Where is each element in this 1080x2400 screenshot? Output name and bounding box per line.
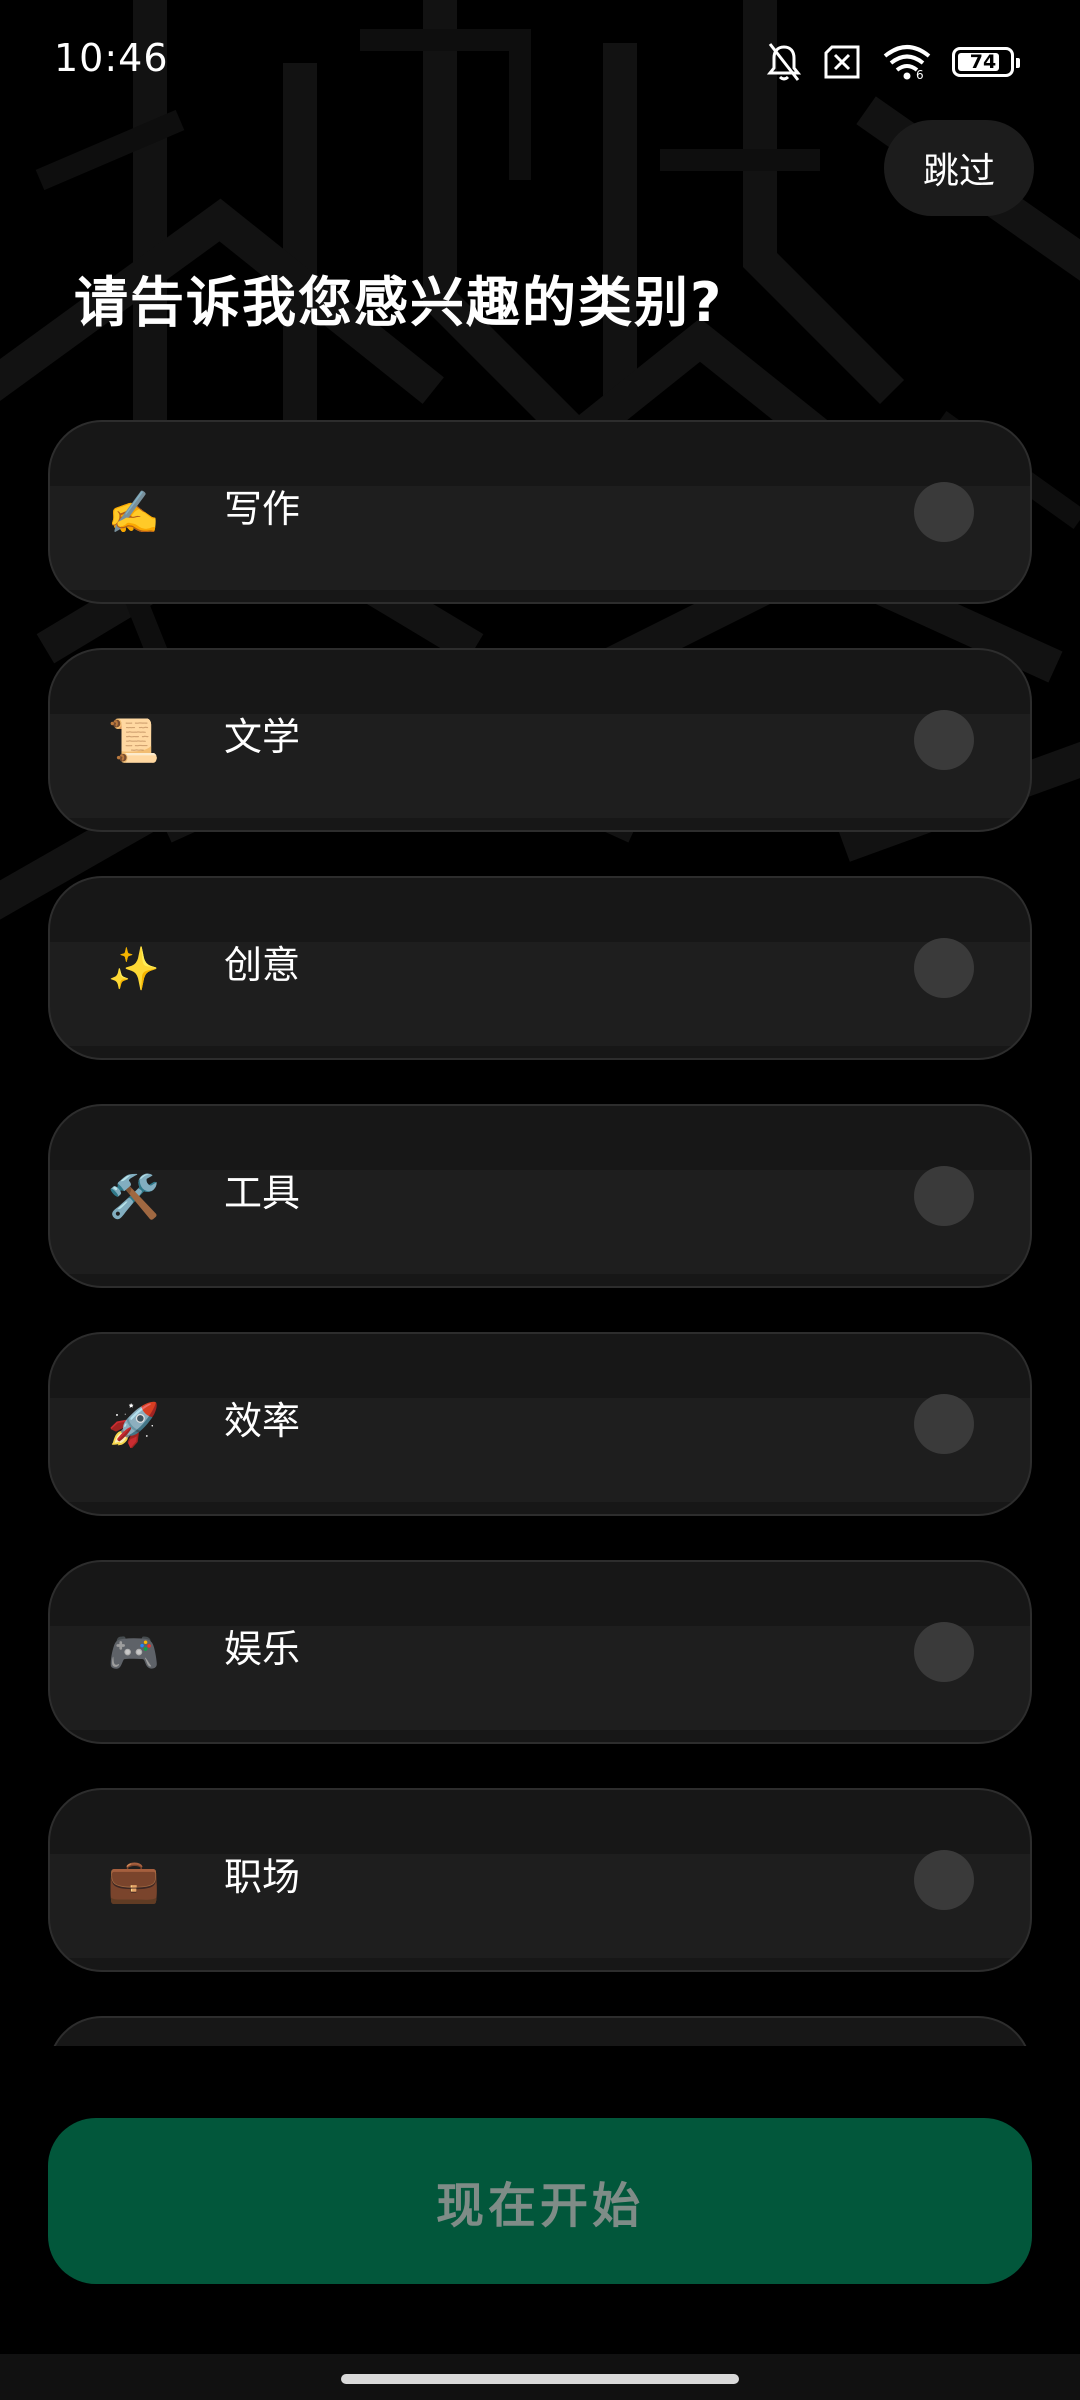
category-item-writing[interactable]: ✍️ 写作 (48, 420, 1032, 604)
category-radio[interactable] (914, 1850, 974, 1910)
category-radio[interactable] (914, 1166, 974, 1226)
category-item-partial[interactable] (48, 2016, 1032, 2046)
category-label: 写作 (224, 487, 301, 531)
status-time: 10:46 (54, 36, 169, 80)
category-item-creative[interactable]: ✨ 创意 (48, 876, 1032, 1060)
wifi-icon: 6 (882, 44, 932, 80)
battery-level: 74 (969, 51, 997, 73)
scroll-icon: 📜 (107, 716, 161, 765)
list-divider (0, 2046, 1080, 2086)
category-radio[interactable] (914, 938, 974, 998)
category-radio[interactable] (914, 1622, 974, 1682)
start-now-button[interactable]: 现在开始 (48, 2118, 1032, 2284)
category-radio[interactable] (914, 1394, 974, 1454)
writing-hand-icon: ✍️ (107, 488, 161, 537)
category-label: 效率 (224, 1399, 301, 1443)
category-item-tools[interactable]: 🛠️ 工具 (48, 1104, 1032, 1288)
game-controller-icon: 🎮 (107, 1628, 161, 1677)
category-label: 创意 (224, 943, 301, 987)
category-item-efficiency[interactable]: 🚀 效率 (48, 1332, 1032, 1516)
sim-blocked-icon (822, 45, 862, 79)
category-list: ✍️ 写作 📜 文学 ✨ 创意 🛠️ 工具 🚀 效率 🎮 娱乐 💼 职场 (48, 420, 1032, 2046)
category-label: 文学 (224, 715, 301, 759)
category-radio[interactable] (914, 482, 974, 542)
rocket-icon: 🚀 (107, 1400, 161, 1449)
page-title: 请告诉我您感兴趣的类别? (74, 271, 724, 334)
svg-text:6: 6 (916, 68, 924, 80)
briefcase-icon: 💼 (107, 1856, 161, 1905)
category-radio[interactable] (914, 710, 974, 770)
category-label: 工具 (224, 1171, 301, 1215)
skip-button[interactable]: 跳过 (884, 120, 1034, 216)
category-item-entertainment[interactable]: 🎮 娱乐 (48, 1560, 1032, 1744)
status-icons: 6 74 (766, 40, 1020, 84)
category-item-workplace[interactable]: 💼 职场 (48, 1788, 1032, 1972)
bell-off-icon (766, 42, 802, 82)
category-label: 娱乐 (224, 1627, 301, 1671)
status-bar: 10:46 6 74 (0, 0, 1080, 120)
category-item-literature[interactable]: 📜 文学 (48, 648, 1032, 832)
tools-icon: 🛠️ (107, 1172, 161, 1221)
category-label: 职场 (224, 1855, 301, 1899)
home-indicator[interactable] (341, 2374, 739, 2384)
sparkles-icon: ✨ (107, 944, 161, 993)
battery-icon: 74 (952, 47, 1020, 77)
